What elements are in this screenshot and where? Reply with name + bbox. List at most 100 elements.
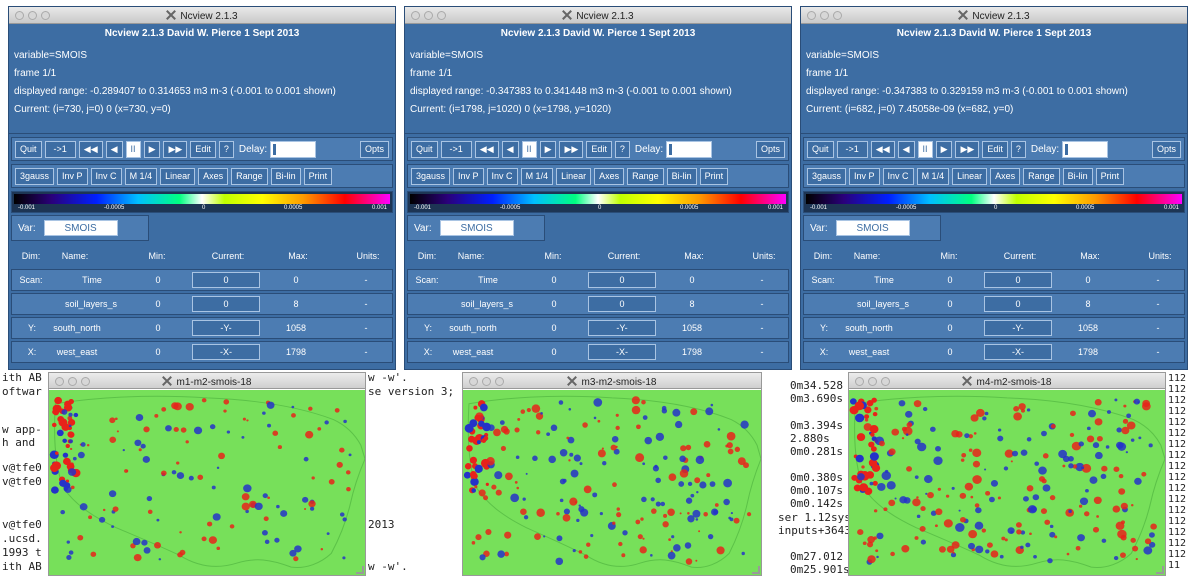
axes-button[interactable]: Axes [198,167,229,185]
linear-button[interactable]: Linear [952,167,988,185]
step-button[interactable]: ->1 [836,140,868,158]
opts-button[interactable]: Opts [359,140,389,158]
window-titlebar[interactable]: Ncview 2.1.3 [405,7,791,24]
opts-button[interactable]: Opts [755,140,785,158]
ncview-window[interactable]: Ncview 2.1.3 Ncview 2.1.3 David W. Pierc… [800,6,1188,370]
map-canvas[interactable] [849,390,1165,575]
delay-slider[interactable] [270,140,317,158]
map-title: m1-m2-smois-18 [49,376,365,388]
back-button[interactable]: ◀ [897,140,915,158]
3gauss-button[interactable]: 3gauss [411,167,451,185]
magnification-button[interactable]: M 1/4 [520,167,554,185]
resize-handle[interactable] [356,566,364,574]
print-button[interactable]: Print [699,167,729,185]
map-canvas[interactable] [463,390,761,575]
map-window[interactable]: m3-m2-smois-18 [462,372,762,576]
edit-button[interactable]: Edit [586,140,612,158]
resize-handle[interactable] [752,566,760,574]
quit-button[interactable]: Quit [411,140,438,158]
linear-button[interactable]: Linear [556,167,592,185]
range-button[interactable]: Range [231,167,268,185]
bi-lin-button[interactable]: Bi-lin [666,167,697,185]
map-window[interactable]: m4-m2-smois-18 [848,372,1166,576]
fast-forward-button[interactable]: ▶▶ [955,140,980,158]
edit-button[interactable]: Edit [190,140,216,158]
inv-p-button[interactable]: Inv P [453,167,484,185]
resize-handle[interactable] [1156,566,1164,574]
back-button[interactable]: ◀ [105,140,123,158]
dimension-current-button[interactable]: 0 [984,296,1052,312]
rewind-button[interactable]: ◀◀ [474,140,499,158]
help-button[interactable]: ? [614,140,630,158]
3gauss-button[interactable]: 3gauss [807,167,847,185]
axes-button[interactable]: Axes [594,167,625,185]
inv-c-button[interactable]: Inv C [486,167,518,185]
pause-button[interactable]: II [917,140,933,158]
dimension-current-button[interactable]: 0 [192,296,260,312]
map-titlebar[interactable]: m4-m2-smois-18 [849,373,1165,389]
delay-slider[interactable] [1062,140,1109,158]
dimension-current-button[interactable]: -Y- [192,320,260,336]
step-button[interactable]: ->1 [440,140,472,158]
axes-button[interactable]: Axes [990,167,1021,185]
quit-button[interactable]: Quit [807,140,834,158]
max-header: Max: [684,251,704,261]
dimension-current-button[interactable]: -X- [192,344,260,360]
pause-button[interactable]: II [125,140,141,158]
bi-lin-button[interactable]: Bi-lin [270,167,301,185]
fast-forward-button[interactable]: ▶▶ [559,140,584,158]
dimension-current-button[interactable]: -Y- [588,320,656,336]
delay-slider[interactable] [666,140,713,158]
map-titlebar[interactable]: m3-m2-smois-18 [463,373,761,389]
fast-forward-button[interactable]: ▶▶ [163,140,188,158]
colorbar[interactable]: -0.001 -0.0005 0 0.0005 0.001 [803,191,1185,213]
pause-button[interactable]: II [521,140,537,158]
variable-button[interactable]: SMOIS [43,220,118,236]
map-canvas[interactable] [49,390,365,575]
dimension-current-button[interactable]: 0 [588,296,656,312]
dim-header: Dim: [21,251,41,261]
dimension-current-button[interactable]: -X- [984,344,1052,360]
inv-c-button[interactable]: Inv C [90,167,122,185]
rewind-button[interactable]: ◀◀ [78,140,103,158]
magnification-button[interactable]: M 1/4 [124,167,158,185]
dimension-current-button[interactable]: -Y- [984,320,1052,336]
map-window[interactable]: m1-m2-smois-18 [48,372,366,576]
help-button[interactable]: ? [218,140,234,158]
forward-button[interactable]: ▶ [935,140,953,158]
inv-p-button[interactable]: Inv P [57,167,88,185]
3gauss-button[interactable]: 3gauss [15,167,55,185]
help-button[interactable]: ? [1010,140,1026,158]
variable-button[interactable]: SMOIS [439,220,514,236]
ncview-window[interactable]: Ncview 2.1.3 Ncview 2.1.3 David W. Pierc… [8,6,396,370]
ncview-window[interactable]: Ncview 2.1.3 Ncview 2.1.3 David W. Pierc… [404,6,792,370]
forward-button[interactable]: ▶ [539,140,557,158]
colorbar[interactable]: -0.001 -0.0005 0 0.0005 0.001 [407,191,789,213]
magnification-button[interactable]: M 1/4 [916,167,950,185]
dimension-current-button[interactable]: -X- [588,344,656,360]
print-button[interactable]: Print [1095,167,1125,185]
colorbar[interactable]: -0.001 -0.0005 0 0.0005 0.001 [11,191,393,213]
range-button[interactable]: Range [1023,167,1060,185]
forward-button[interactable]: ▶ [143,140,161,158]
range-button[interactable]: Range [627,167,664,185]
inv-c-button[interactable]: Inv C [882,167,914,185]
edit-button[interactable]: Edit [982,140,1008,158]
step-button[interactable]: ->1 [44,140,76,158]
linear-button[interactable]: Linear [160,167,196,185]
bi-lin-button[interactable]: Bi-lin [1062,167,1093,185]
print-button[interactable]: Print [303,167,333,185]
dimension-current-button[interactable]: 0 [984,272,1052,288]
back-button[interactable]: ◀ [501,140,519,158]
window-titlebar[interactable]: Ncview 2.1.3 [801,7,1187,24]
dimension-current-button[interactable]: 0 [588,272,656,288]
window-titlebar[interactable]: Ncview 2.1.3 [9,7,395,24]
rewind-button[interactable]: ◀◀ [870,140,895,158]
inv-p-button[interactable]: Inv P [849,167,880,185]
map-titlebar[interactable]: m1-m2-smois-18 [49,373,365,389]
terminal-line: w -w'. [368,371,408,384]
quit-button[interactable]: Quit [15,140,42,158]
dimension-current-button[interactable]: 0 [192,272,260,288]
variable-button[interactable]: SMOIS [835,220,910,236]
opts-button[interactable]: Opts [1151,140,1181,158]
